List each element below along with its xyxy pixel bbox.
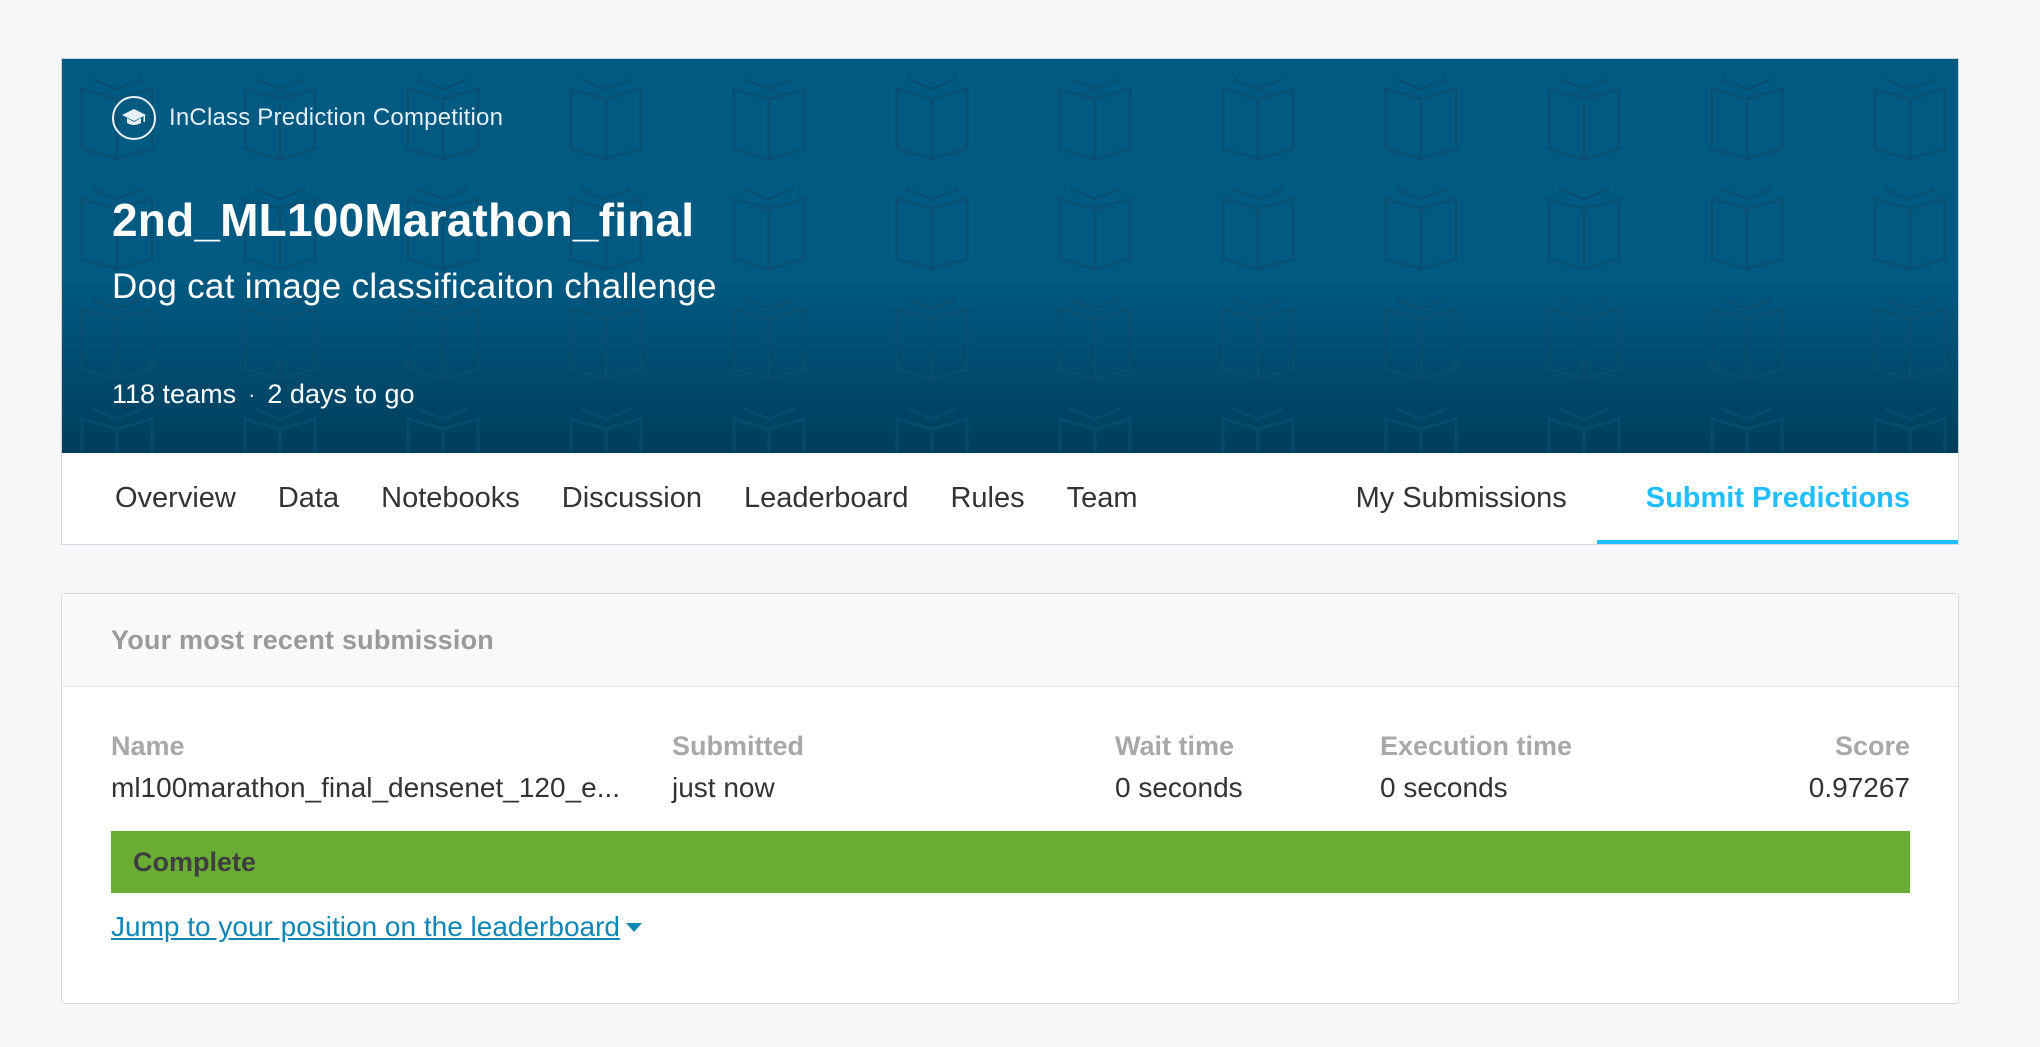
deadline-text: 2 days to go (267, 379, 415, 409)
team-count: 118 teams (112, 379, 237, 409)
execution-time-header: Execution time (1380, 731, 1573, 761)
tabs-spacer (1159, 453, 1326, 544)
score-header: Score (1834, 731, 1910, 761)
competition-title: 2nd_ML100Marathon_final (112, 194, 695, 246)
submitted-value: just now (672, 772, 775, 803)
competition-page: InClass Prediction Competition 2nd_ML100… (61, 58, 1959, 1004)
wait-time-value: 0 seconds (1115, 772, 1243, 803)
caret-down-icon (626, 922, 642, 932)
competition-tabs: Overview Data Notebooks Discussion Leade… (61, 453, 1959, 545)
submission-details: Name ml100marathon_final_densenet_120_e.… (111, 731, 1910, 831)
competition-kind-label: InClass Prediction Competition (169, 104, 504, 131)
name-header: Name (111, 731, 185, 761)
tab-submit-predictions[interactable]: Submit Predictions (1596, 453, 1958, 544)
tab-team[interactable]: Team (1046, 453, 1159, 544)
tab-overview[interactable]: Overview (62, 453, 257, 544)
execution-time-column: Execution time 0 seconds (1380, 731, 1572, 804)
tab-leaderboard[interactable]: Leaderboard (723, 453, 929, 544)
competition-meta: 118 teams · 2 days to go (112, 379, 415, 410)
recent-submission-heading: Your most recent submission (62, 594, 1958, 687)
submitted-column: Submitted just now (672, 731, 804, 804)
meta-separator: · (248, 381, 256, 407)
tab-my-submissions[interactable]: My Submissions (1326, 453, 1597, 544)
jump-to-leaderboard-link[interactable]: Jump to your position on the leaderboard (111, 911, 642, 943)
wait-time-header: Wait time (1115, 731, 1235, 761)
competition-header: InClass Prediction Competition 2nd_ML100… (61, 58, 1959, 453)
wait-time-column: Wait time 0 seconds (1115, 731, 1243, 804)
competition-kind: InClass Prediction Competition (112, 59, 1958, 145)
score-value: 0.97267 (1808, 772, 1910, 803)
tab-rules[interactable]: Rules (929, 453, 1045, 544)
tab-discussion[interactable]: Discussion (541, 453, 723, 544)
recent-submission-card: Your most recent submission Name ml100ma… (61, 593, 1959, 1004)
tab-notebooks[interactable]: Notebooks (360, 453, 541, 544)
submitted-header: Submitted (672, 731, 804, 761)
status-badge: Complete (111, 831, 1910, 893)
jump-link-label: Jump to your position on the leaderboard (111, 911, 620, 942)
graduation-cap-icon (112, 96, 156, 140)
score-column: Score 0.97267 (1809, 731, 1910, 804)
tab-data[interactable]: Data (257, 453, 360, 544)
submission-name-column: Name ml100marathon_final_densenet_120_e.… (111, 731, 631, 804)
competition-subtitle: Dog cat image classificaiton challenge (112, 267, 717, 306)
execution-time-value: 0 seconds (1380, 772, 1508, 803)
submission-name: ml100marathon_final_densenet_120_e... (111, 772, 621, 803)
